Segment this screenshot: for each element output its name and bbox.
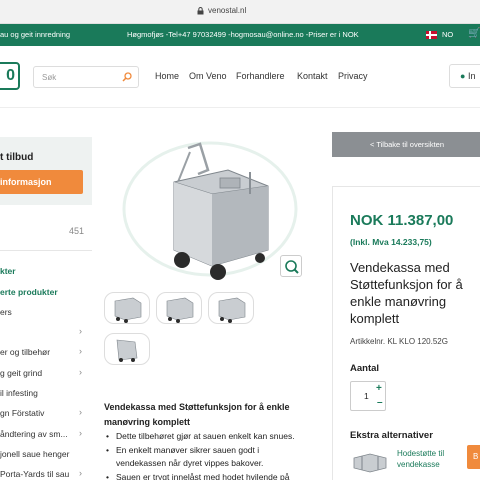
more-info-button[interactable]: r informasjon — [0, 170, 83, 194]
quantity-label: Aantal — [350, 363, 380, 374]
chevron-right-icon[interactable]: › — [79, 428, 82, 438]
product-count: 451 — [69, 226, 85, 236]
divider — [0, 250, 92, 251]
sidebar-item-10[interactable]: jonell saue henger — [0, 449, 69, 459]
offer-title: t tilbud — [0, 152, 34, 163]
user-icon: ● — [460, 71, 466, 81]
cart-icon[interactable]: 🛒 — [468, 28, 480, 39]
sidebar-item-5[interactable]: er og tilbehør — [0, 347, 50, 357]
site-logo[interactable]: 0 — [0, 62, 20, 90]
chevron-right-icon[interactable]: › — [79, 346, 82, 356]
head-support-image — [353, 453, 387, 473]
thumbnail-3[interactable] — [208, 292, 254, 324]
price: NOK 11.387,00 — [350, 212, 454, 229]
login-label: In — [467, 71, 476, 81]
extra-options-title: Ekstra alternativer — [350, 430, 433, 441]
language-selector[interactable]: NO — [442, 30, 453, 39]
search-input[interactable]: Søk — [33, 66, 139, 88]
login-button[interactable]: ● In — [449, 64, 480, 88]
contact-info: Høgmofjøs -Tel+47 97032499 -hogmosau@onl… — [127, 30, 359, 39]
price-incl-vat: (Inkl. Mva 14.233,75) — [350, 237, 432, 247]
sidebar-item-9[interactable]: åndtering av sm... — [0, 429, 68, 439]
browser-url-bar[interactable]: venostal.nl — [0, 0, 480, 24]
article-number: Artikkelnr. KL KLO 120.52G — [350, 337, 448, 346]
sidebar-item-8[interactable]: gn Förstativ — [0, 408, 44, 418]
sidebar-item-produkter[interactable]: kter — [0, 266, 16, 276]
norway-flag-icon[interactable] — [426, 31, 437, 39]
search-placeholder: Søk — [42, 73, 57, 82]
url-text: venostal.nl — [208, 6, 247, 15]
zoom-button[interactable] — [280, 255, 302, 277]
nav-forhandlere[interactable]: Forhandlere — [236, 71, 285, 81]
zoom-icon — [285, 260, 299, 274]
minus-icon[interactable]: – — [377, 397, 383, 408]
product-title: Vendekassa med Støttefunksjon for å enkl… — [350, 260, 463, 326]
chevron-right-icon[interactable]: › — [79, 367, 82, 377]
lock-icon — [197, 7, 204, 15]
nav-kontakt[interactable]: Kontakt — [297, 71, 328, 81]
chevron-right-icon[interactable]: › — [79, 326, 82, 336]
thumbnail-4[interactable] — [104, 333, 150, 365]
tagline: au og geit innredning — [0, 30, 71, 39]
nav-home[interactable]: Home — [155, 71, 179, 81]
search-icon[interactable] — [122, 72, 132, 82]
product-image[interactable] — [100, 134, 310, 284]
chevron-right-icon[interactable]: › — [79, 468, 82, 478]
description-title: Vendekassa med Støttefunksjon for å enkl… — [104, 402, 290, 427]
thumbnail-1[interactable] — [104, 292, 150, 324]
back-to-overview-button[interactable]: < Tilbake til oversikten — [332, 132, 480, 157]
plus-icon[interactable]: + — [376, 383, 382, 394]
nav-om-veno[interactable]: Om Veno — [189, 71, 227, 81]
nav-privacy[interactable]: Privacy — [338, 71, 368, 81]
sidebar-item-6[interactable]: g geit grind — [0, 368, 42, 378]
sidebar-item-7[interactable]: il infesting — [0, 388, 38, 398]
add-extra-button[interactable]: B — [467, 445, 480, 469]
quantity-stepper[interactable]: 1 + – — [350, 381, 386, 411]
extra-option-link[interactable]: Hodestøtte til vendekasse — [397, 448, 462, 470]
thumbnail-2[interactable] — [156, 292, 202, 324]
sidebar-item-3[interactable]: ers — [0, 307, 12, 317]
sidebar-item-utvalgte[interactable]: erte produkter — [0, 287, 58, 297]
quantity-value: 1 — [364, 391, 369, 401]
sidebar-item-11[interactable]: Porta-Yards til sau — [0, 469, 69, 479]
chevron-right-icon[interactable]: › — [79, 407, 82, 417]
top-info-bar: au og geit innredning Høgmofjøs -Tel+47 … — [0, 24, 480, 46]
